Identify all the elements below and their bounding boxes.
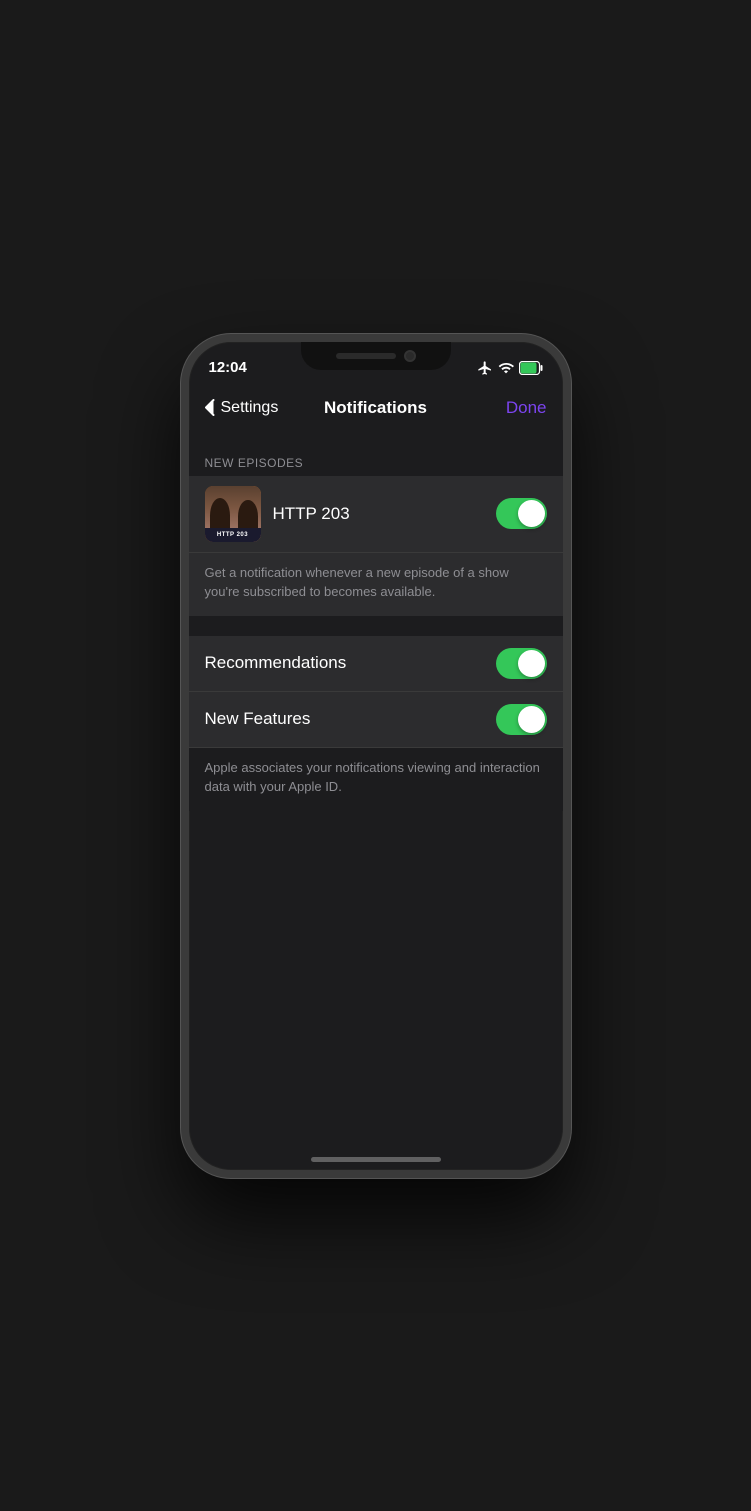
notch-pill xyxy=(336,353,396,359)
http203-people xyxy=(205,486,261,528)
http203-label-text: HTTP 203 xyxy=(273,504,496,524)
phone-frame: 12:04 Settings Notif xyxy=(181,334,571,1178)
footer-text: Apple associates your notifications view… xyxy=(189,748,563,811)
back-label: Settings xyxy=(221,399,279,417)
recommendations-toggle-knob xyxy=(518,650,545,677)
new-features-label: New Features xyxy=(205,709,496,729)
nav-title: Notifications xyxy=(324,398,427,418)
status-time: 12:04 xyxy=(209,359,247,376)
chevron-left-icon xyxy=(205,399,215,416)
section-header-new-episodes: NEW EPISODES xyxy=(189,450,563,476)
status-icons xyxy=(477,360,543,376)
http203-label: HTTP 203 xyxy=(205,528,261,542)
list-item-recommendations: Recommendations xyxy=(189,636,563,692)
wifi-icon xyxy=(498,360,514,376)
list-item-http203: HTTP 203 HTTP 203 xyxy=(189,476,563,553)
scroll-content: NEW EPISODES HTTP 203 HTTP 203 Get a not… xyxy=(189,430,563,1170)
notch xyxy=(301,342,451,370)
notch-camera xyxy=(404,350,416,362)
list-item-new-features: New Features xyxy=(189,692,563,748)
http203-toggle[interactable] xyxy=(496,498,547,529)
new-episodes-description: Get a notification whenever a new episod… xyxy=(189,553,563,616)
nav-bar: Settings Notifications Done xyxy=(189,386,563,430)
recommendations-label: Recommendations xyxy=(205,653,496,673)
back-button[interactable]: Settings xyxy=(205,399,279,417)
http203-artwork: HTTP 203 xyxy=(205,486,261,542)
new-features-toggle-knob xyxy=(518,706,545,733)
recommendations-toggle[interactable] xyxy=(496,648,547,679)
airplane-icon xyxy=(477,360,493,376)
http203-toggle-knob xyxy=(518,500,545,527)
battery-icon xyxy=(519,361,543,375)
podcast-thumbnail-http203: HTTP 203 xyxy=(205,486,261,542)
spacer-mid xyxy=(189,616,563,636)
spacer-top xyxy=(189,430,563,450)
home-indicator xyxy=(311,1157,441,1162)
new-features-toggle[interactable] xyxy=(496,704,547,735)
done-button[interactable]: Done xyxy=(506,398,547,418)
